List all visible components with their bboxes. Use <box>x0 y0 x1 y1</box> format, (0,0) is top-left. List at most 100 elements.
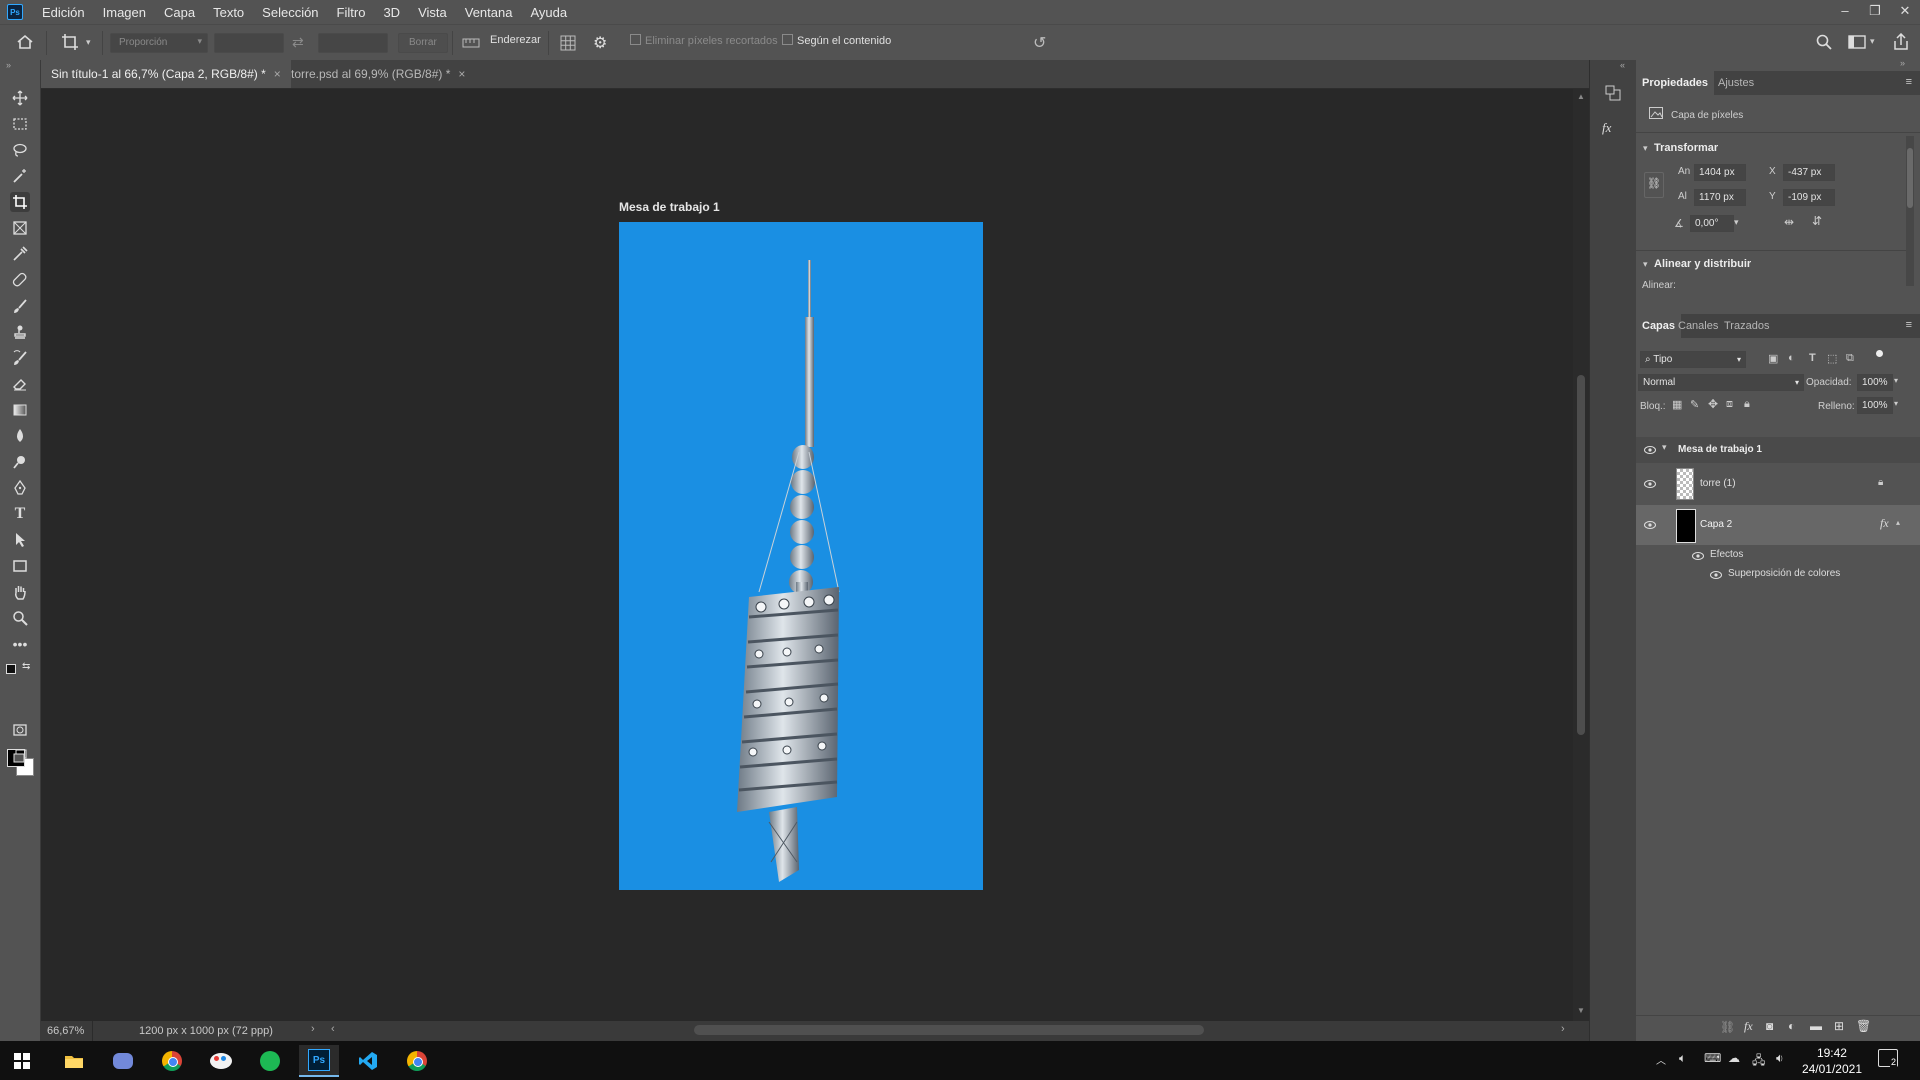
default-colors-icon[interactable] <box>6 664 16 674</box>
network-icon[interactable]: 🖧 <box>1752 1051 1765 1072</box>
lock-image-icon[interactable]: ✎ <box>1690 398 1699 411</box>
align-chevron-icon[interactable]: ▾ <box>1643 259 1648 270</box>
frame-tool-icon[interactable] <box>10 218 30 238</box>
close-tab-icon[interactable]: × <box>274 67 281 81</box>
artboard-label[interactable]: Mesa de trabajo 1 <box>619 200 720 214</box>
visibility-eye-icon[interactable] <box>1692 552 1704 560</box>
blur-tool-icon[interactable] <box>10 426 30 446</box>
clock[interactable]: 19:42 24/01/2021 <box>1802 1045 1862 1077</box>
collapse-dock-icon[interactable]: » <box>1900 58 1905 68</box>
menu-texto[interactable]: Texto <box>204 5 253 20</box>
tab-torre[interactable]: torre.psd al 69,9% (RGB/8#) * × <box>281 60 475 88</box>
swap-dimensions-icon[interactable]: ⇄ <box>292 34 304 51</box>
transform-chevron-icon[interactable]: ▾ <box>1643 143 1648 154</box>
new-adjustment-icon[interactable]: ◐ <box>1788 1019 1795 1033</box>
marquee-tool-icon[interactable] <box>10 114 30 134</box>
layer-name[interactable]: torre (1) <box>1700 478 1736 489</box>
expand-panel-icon[interactable]: » <box>6 60 11 70</box>
workspace-chevron-icon[interactable]: ▾ <box>1870 36 1875 47</box>
visibility-eye-icon[interactable] <box>1644 480 1656 488</box>
move-tool-icon[interactable] <box>10 88 30 108</box>
hand-tool-icon[interactable] <box>10 582 30 602</box>
opacity-input[interactable]: 100% <box>1857 374 1893 391</box>
spotify-icon[interactable] <box>250 1045 290 1077</box>
filter-adjustment-icon[interactable]: ◐ <box>1788 352 1795 364</box>
visibility-eye-icon[interactable] <box>1644 446 1656 454</box>
layers-menu-icon[interactable]: ≡ <box>1906 319 1912 331</box>
quick-mask-icon[interactable] <box>10 720 30 740</box>
layer-row-artboard[interactable]: ▾ Mesa de trabajo 1 <box>1636 437 1920 463</box>
path-selection-tool-icon[interactable] <box>10 530 30 550</box>
add-style-icon[interactable]: fx <box>1744 1019 1753 1034</box>
paint-app-icon[interactable] <box>201 1045 241 1077</box>
styles-panel-icon[interactable]: fx <box>1602 120 1611 136</box>
zoom-level[interactable]: 66,67% <box>47 1025 84 1037</box>
photoshop-logo[interactable]: Ps <box>7 4 23 20</box>
filter-smart-object-icon[interactable]: ⧉ <box>1846 352 1854 365</box>
menu-vista[interactable]: Vista <box>409 5 456 20</box>
crop-width-input[interactable] <box>214 33 284 53</box>
filter-type-icon[interactable]: T <box>1809 352 1816 364</box>
menu-filtro[interactable]: Filtro <box>328 5 375 20</box>
share-icon[interactable] <box>1893 32 1909 54</box>
start-button[interactable] <box>2 1045 42 1077</box>
fx-badge[interactable]: fx <box>1880 516 1889 531</box>
lock-artboard-icon[interactable]: ⧈ <box>1726 398 1733 411</box>
pen-tool-icon[interactable] <box>10 478 30 498</box>
collapse-panels-icon[interactable]: « <box>1620 60 1625 70</box>
chrome-icon[interactable] <box>152 1045 192 1077</box>
tab-trazados[interactable]: Trazados <box>1718 314 1775 338</box>
x-input[interactable]: -437 px <box>1783 164 1835 181</box>
straighten-icon[interactable] <box>462 35 480 52</box>
align-header[interactable]: Alinear y distribuir <box>1654 258 1751 270</box>
lock-transparent-icon[interactable]: ▦ <box>1672 398 1682 411</box>
menu-capa[interactable]: Capa <box>155 5 204 20</box>
scroll-up-arrow-icon[interactable]: ▲ <box>1577 92 1585 101</box>
tab-ajustes[interactable]: Ajustes <box>1712 71 1760 95</box>
effects-collapse-icon[interactable]: ▴ <box>1896 518 1900 527</box>
scroll-down-arrow-icon[interactable]: ▼ <box>1577 1006 1585 1015</box>
angle-input[interactable]: 0,00° <box>1690 215 1734 232</box>
panel-menu-icon[interactable]: ≡ <box>1906 76 1912 88</box>
add-mask-icon[interactable]: ◙ <box>1766 1019 1773 1033</box>
height-input[interactable]: 1170 px <box>1694 189 1746 206</box>
clear-button[interactable]: Borrar <box>398 33 448 53</box>
onedrive-icon[interactable]: ☁ <box>1728 1051 1740 1065</box>
filter-pixel-icon[interactable]: ▣ <box>1768 352 1778 365</box>
workspace-icon[interactable] <box>1848 34 1866 53</box>
keyboard-icon[interactable]: ⌨ <box>1704 1051 1721 1065</box>
width-input[interactable]: 1404 px <box>1694 164 1746 181</box>
scroll-left-arrow-icon[interactable]: ‹ <box>331 1023 335 1035</box>
new-group-icon[interactable]: ▬ <box>1810 1019 1822 1033</box>
horizontal-scroll-thumb[interactable] <box>694 1025 1204 1035</box>
layer-filter-select[interactable]: ⌕ Tipo ▾ <box>1640 351 1746 368</box>
crop-tool-icon[interactable] <box>10 192 30 212</box>
menu-seleccion[interactable]: Selección <box>253 5 327 20</box>
lock-all-icon[interactable]: 🔒︎ <box>1744 398 1750 411</box>
magic-wand-tool-icon[interactable] <box>10 166 30 186</box>
menu-ayuda[interactable]: Ayuda <box>521 5 576 20</box>
zoom-tool-icon[interactable] <box>10 608 30 628</box>
effects-row[interactable]: Efectos <box>1636 546 1920 564</box>
photoshop-taskbar-icon[interactable]: Ps <box>299 1045 339 1077</box>
gear-icon[interactable]: ⚙ <box>593 33 607 53</box>
restore-button[interactable]: ❐ <box>1860 0 1890 24</box>
menu-3d[interactable]: 3D <box>374 5 409 20</box>
speaker-icon[interactable]: 🔈︎ <box>1679 1051 1686 1066</box>
dodge-tool-icon[interactable] <box>10 452 30 472</box>
layer-row-torre[interactable]: torre (1) 🔒︎ <box>1636 464 1920 504</box>
angle-chevron-icon[interactable]: ▾ <box>1734 217 1739 228</box>
opacity-chevron-icon[interactable]: ▾ <box>1894 376 1898 385</box>
eraser-tool-icon[interactable] <box>10 374 30 394</box>
chrome-profile-icon[interactable] <box>397 1045 437 1077</box>
expand-chevron-icon[interactable]: ▾ <box>1662 442 1667 453</box>
rectangle-tool-icon[interactable] <box>10 556 30 576</box>
vertical-scroll-thumb[interactable] <box>1577 375 1585 735</box>
visibility-eye-icon[interactable] <box>1710 571 1722 579</box>
filter-shape-icon[interactable]: ⬚ <box>1827 352 1837 365</box>
reset-icon[interactable]: ↺ <box>1033 33 1046 53</box>
link-dimensions-icon[interactable]: ⛓ <box>1644 172 1664 198</box>
eyedropper-tool-icon[interactable] <box>10 244 30 264</box>
menu-ventana[interactable]: Ventana <box>456 5 522 20</box>
healing-brush-tool-icon[interactable] <box>10 270 30 290</box>
